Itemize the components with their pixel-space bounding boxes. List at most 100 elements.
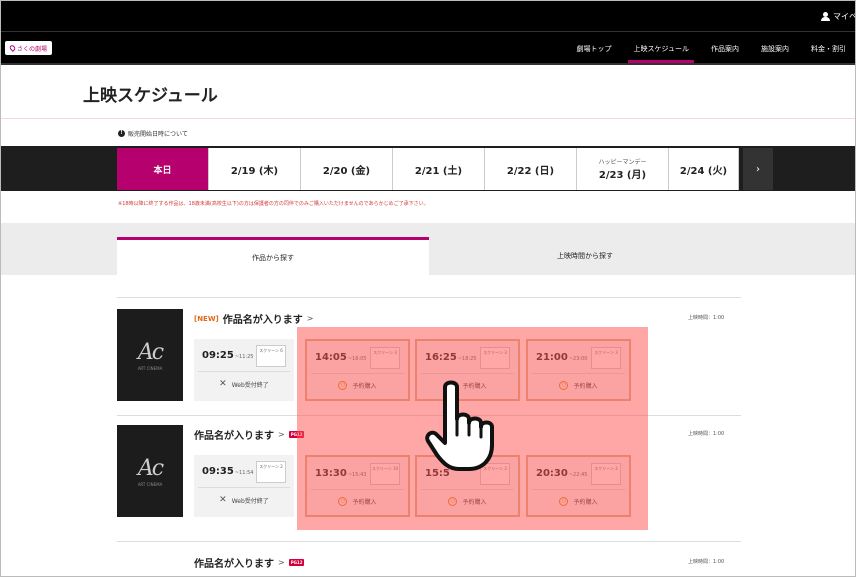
start-time: 16:25 [425, 352, 457, 363]
start-time: 20:30 [536, 468, 568, 479]
header-divider [1, 31, 855, 32]
screen-number: スクリーン 2 [591, 463, 621, 485]
nav-schedule[interactable]: 上映スケジュール [622, 39, 700, 63]
screen-number: スクリーン 10 [370, 463, 400, 485]
close-icon: ✕ [219, 379, 227, 389]
title-divider [1, 118, 855, 119]
showtime-slot-closed: 09:25~11:25 スクリーン 6 ✕ Web受付終了 [194, 339, 294, 401]
poster-logo: Ac [137, 339, 164, 365]
screen-number: スクリーン 3 [591, 347, 621, 369]
showtime-start: 09:35~11:54 [202, 466, 253, 477]
showtime-slot[interactable]: 14:05~16:05 スクリーン 3 ○ 予約購入 [305, 339, 410, 401]
movie-poster[interactable]: Ac ART CINEMA [117, 425, 183, 517]
showtime-start: 15:5 [425, 468, 451, 479]
rating-badge: PG12 [288, 431, 305, 438]
info-icon: ! [118, 130, 125, 137]
end-time: ~15:43 [347, 472, 367, 478]
date-label: 2/20 (金) [322, 165, 371, 177]
date-label: 本日 [153, 165, 172, 176]
movie-title-link[interactable]: 作品名が入ります > PG12 [194, 555, 305, 570]
movie-title: 作品名が入ります [194, 559, 274, 570]
showtime-slot[interactable]: 21:00~23:00 スクリーン 3 ○ 予約購入 [526, 339, 631, 401]
end-time: ~11:54 [234, 470, 254, 476]
status-label: Web受付終了 [231, 497, 269, 505]
mypage-link[interactable]: マイペ [821, 11, 855, 22]
reserve-icon: ○ [559, 381, 569, 390]
sales-start-notice-link[interactable]: ! 販売開始日時について [118, 129, 188, 138]
page-title: 上映スケジュール [83, 86, 218, 106]
poster-logo-sub: ART CINEMA [137, 365, 163, 371]
reserve-label: 予約購入 [352, 499, 377, 506]
showtime-slot[interactable]: 13:30~15:43 スクリーン 10 ○ 予約購入 [305, 455, 410, 517]
theater-label: さくの劇場 [17, 45, 48, 53]
reserve-icon: ○ [338, 381, 348, 390]
chevron-right-icon: > [278, 558, 285, 567]
showtime-start: 16:25~18:25 [425, 352, 476, 363]
movie-title: 作品名が入ります [194, 431, 274, 442]
end-time: ~23:00 [568, 356, 588, 362]
movie-poster[interactable]: Ac ART CINEMA [117, 309, 183, 401]
new-tag: [NEW] [194, 314, 219, 323]
global-nav: 劇場トップ 上映スケジュール 作品案内 施設案内 料金・割引 [565, 39, 855, 63]
slot-divider [532, 489, 625, 490]
status-label: Web受付終了 [231, 381, 269, 389]
date-tab-2-20[interactable]: 2/20 (金) [301, 148, 393, 190]
poster-logo: Ac [137, 455, 164, 481]
date-tab-2-24[interactable]: 2/24 (火) [669, 148, 739, 190]
movie-title-link[interactable]: [NEW] 作品名が入ります > [194, 311, 313, 326]
start-time: 09:25 [202, 350, 234, 361]
screen-number: スクリーン 3 [480, 463, 510, 485]
showtime-slot[interactable]: 16:25~18:25 スクリーン 3 ○ 予約購入 [415, 339, 520, 401]
nav-pricing[interactable]: 料金・割引 [800, 39, 855, 63]
reserve-icon: ○ [338, 497, 348, 506]
movie-separator [117, 541, 741, 542]
date-tab-2-21[interactable]: 2/21 (土) [393, 148, 485, 190]
nav-movies[interactable]: 作品案内 [700, 39, 750, 63]
reserve-icon: ○ [448, 497, 458, 506]
age-warning-text: ※18時以降に終了する作品は、18歳未満(高校生以下)の方は保護者の方の同伴での… [118, 201, 429, 207]
showtime-slot[interactable]: 15:5 スクリーン 3 ○ 予約購入 [415, 455, 520, 517]
reserve-icon: ○ [559, 497, 569, 506]
end-time: ~16:05 [347, 356, 367, 362]
movie-title-link[interactable]: 作品名が入ります > PG12 [194, 427, 305, 442]
poster-logo-sub: ART CINEMA [137, 481, 163, 487]
slot-divider [421, 489, 514, 490]
screen-number: スクリーン 3 [480, 347, 510, 369]
end-time: ~22:45 [568, 472, 588, 478]
holiday-label: ハッピーマンデー [598, 159, 647, 166]
showtime-start: 13:30~15:43 [315, 468, 366, 479]
date-tab-today[interactable]: 本日 [117, 148, 209, 190]
reserve-label: 予約購入 [573, 383, 598, 390]
end-time: ~11:25 [234, 354, 254, 360]
date-tab-2-19[interactable]: 2/19 (木) [209, 148, 301, 190]
runtime-label: 上映時間：1:00 [688, 315, 725, 321]
rating-badge: PG12 [288, 559, 305, 566]
tab-search-by-movie[interactable]: 作品から探す [117, 237, 429, 275]
slot-status: ✕ Web受付終了 [194, 379, 294, 389]
nav-facilities[interactable]: 施設案内 [750, 39, 800, 63]
showtime-slot[interactable]: 20:30~22:45 スクリーン 2 ○ 予約購入 [526, 455, 631, 517]
nav-theater-top[interactable]: 劇場トップ [565, 39, 622, 63]
date-next-button[interactable]: › [743, 148, 773, 190]
theater-select-button[interactable]: さくの劇場 [5, 41, 53, 55]
tab-search-by-time[interactable]: 上映時間から探す [429, 237, 741, 275]
date-tab-2-23[interactable]: ハッピーマンデー 2/23 (月) [577, 148, 669, 190]
slot-status: ○ 予約購入 [307, 381, 408, 390]
date-tab-2-22[interactable]: 2/22 (日) [485, 148, 577, 190]
reserve-label: 予約購入 [573, 499, 598, 506]
screen-number: スクリーン 6 [256, 345, 286, 367]
movie-separator [117, 415, 741, 416]
showtime-start: 20:30~22:45 [536, 468, 587, 479]
slot-status: ○ 予約購入 [528, 381, 629, 390]
reserve-label: 予約購入 [352, 383, 377, 390]
slot-divider [311, 373, 404, 374]
reserve-label: 予約購入 [462, 499, 487, 506]
date-selector: 本日 2/19 (木) 2/20 (金) 2/21 (土) 2/22 (日) ハ… [117, 148, 739, 190]
start-time: 13:30 [315, 468, 347, 479]
user-icon [821, 12, 830, 21]
runtime-label: 上映時間：1:00 [688, 559, 725, 565]
date-label: 2/21 (土) [414, 165, 463, 177]
chevron-right-icon: > [278, 430, 285, 439]
end-time: ~18:25 [457, 356, 477, 362]
screen-number: スクリーン 2 [256, 461, 286, 483]
